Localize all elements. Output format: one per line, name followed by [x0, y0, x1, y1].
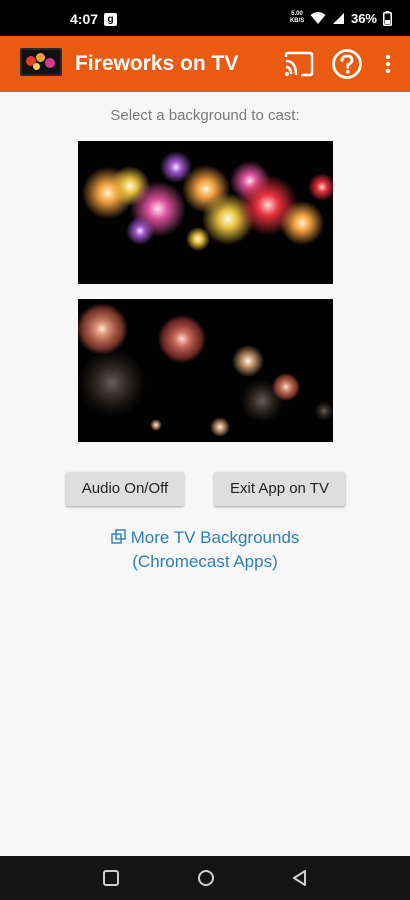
battery-percent: 36%: [350, 10, 377, 26]
battery-icon: [383, 10, 392, 26]
recents-icon[interactable]: [101, 868, 121, 888]
fireworks-burst-image: [78, 299, 333, 442]
more-tv-backgrounds-link[interactable]: More TV Backgrounds (Chromecast Apps): [0, 526, 410, 574]
app-title: Fireworks on TV: [75, 52, 239, 75]
help-icon[interactable]: [330, 47, 364, 81]
audio-toggle-button[interactable]: Audio On/Off: [66, 472, 184, 506]
network-speed: 5.00 KB/S: [289, 11, 305, 24]
more-link-line1[interactable]: More TV Backgrounds: [131, 528, 300, 547]
app-bar: Fireworks on TV: [0, 36, 410, 92]
app-logo: [20, 48, 62, 76]
select-background-prompt: Select a background to cast:: [110, 107, 300, 124]
signal-icon: [332, 12, 344, 24]
open-in-new-icon: [110, 529, 126, 544]
wifi-icon: [310, 12, 326, 24]
system-nav-bar: [0, 856, 410, 900]
background-option-fireworks-burst[interactable]: [78, 299, 333, 442]
cast-icon[interactable]: [282, 48, 316, 80]
status-indicators: 5.00 KB/S 36%: [290, 10, 392, 26]
home-icon[interactable]: [196, 868, 216, 888]
fireworks-row-image: [78, 141, 333, 284]
more-link-line2[interactable]: (Chromecast Apps): [0, 550, 410, 574]
more-vert-icon[interactable]: [378, 49, 398, 79]
exit-app-on-tv-button[interactable]: Exit App on TV: [214, 472, 345, 506]
background-option-fireworks-row[interactable]: [78, 141, 333, 284]
status-bar: 4:07 g 5.00 KB/S 36%: [0, 0, 410, 36]
status-time: 4:07: [70, 11, 99, 27]
notification-icon: g: [104, 13, 117, 26]
back-icon[interactable]: [290, 868, 310, 888]
